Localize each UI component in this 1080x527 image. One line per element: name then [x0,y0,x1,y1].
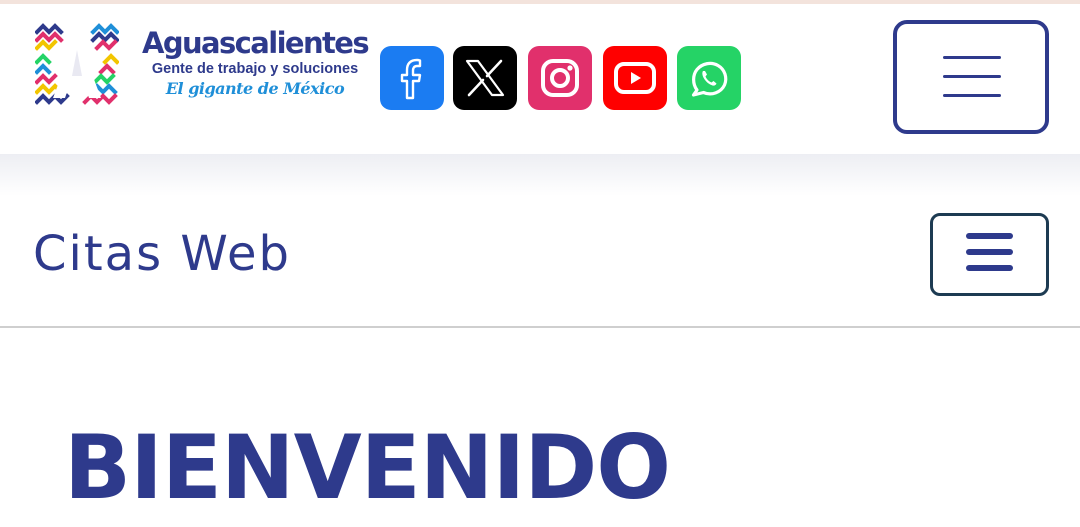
main-menu-button[interactable] [893,20,1049,134]
youtube-icon [614,62,656,94]
facebook-link[interactable] [380,46,444,110]
brand-slogan: El gigante de México [165,79,345,98]
instagram-link[interactable] [528,46,592,110]
header-shadow [0,154,1080,196]
instagram-icon [541,59,579,97]
whatsapp-link[interactable] [677,46,741,110]
brand-name: Aguascalientes [141,26,370,60]
whatsapp-icon [691,61,728,97]
welcome-heading: BIENVENIDO [64,416,671,519]
brand-tagline: Gente de trabajo y soluciones [151,61,359,77]
citas-web-title-link[interactable]: Citas Web [33,226,291,282]
youtube-link[interactable] [603,46,667,110]
aguascalientes-logo-icon[interactable] [35,22,119,106]
x-icon [465,59,505,97]
site-header: Aguascalientes Gente de trabajo y soluci… [0,4,1080,154]
citas-menu-button[interactable] [930,213,1049,296]
facebook-icon [400,58,422,100]
x-link[interactable] [453,46,517,110]
main-content: BIENVENIDO [0,330,1080,527]
citas-web-navbar: Citas Web [0,196,1080,328]
brand-block[interactable]: Aguascalientes Gente de trabajo y soluci… [134,26,376,100]
